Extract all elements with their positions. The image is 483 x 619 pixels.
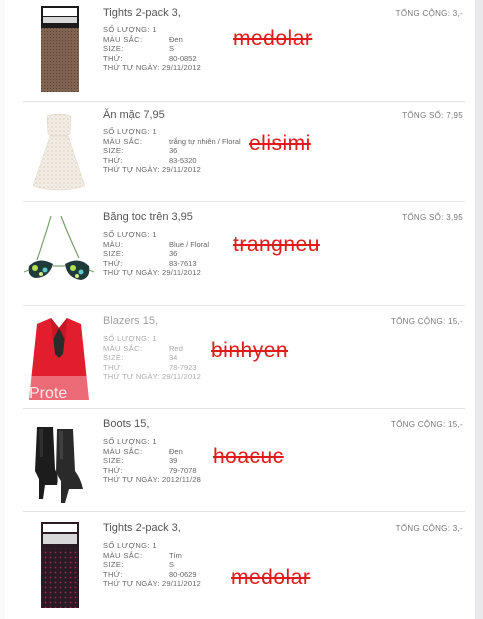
product-image-tights[interactable] <box>23 4 95 94</box>
article-value: 83-5320 <box>169 155 197 165</box>
item-title[interactable]: Tights 2-pack 3, <box>103 522 181 534</box>
color-value: Đen <box>169 34 183 44</box>
article-value: 80-0852 <box>169 53 197 63</box>
order-date: THỨ TỰ NGÀY: 29/11/2012 <box>103 165 202 175</box>
item-details: SỐ LƯỢNG: 1 MÀU SẮC: Đen SIZE: S THỨ: 80-08… <box>103 25 201 73</box>
article-label: THỨ: <box>103 258 124 268</box>
color-value: trắng tự nhiên / Floral <box>169 136 241 146</box>
item-details: SỐ LƯỢNG: 1 MÀU SẮC: Đen SIZE: 39 THỨ: 79-7… <box>103 437 201 485</box>
watermark-text: Prote <box>29 385 67 402</box>
item-details: SỐ LƯỢNG: 1 MÀU: Blue / Floral SIZE: 36 TH… <box>103 230 209 278</box>
quantity-label: SỐ LƯỢNG: 1 <box>103 25 157 34</box>
size-label: SIZE: <box>103 353 124 363</box>
handwritten-annotation: hoacuc <box>213 445 284 468</box>
item-title[interactable]: Blazers 15, <box>103 315 158 327</box>
order-item: Băng toc trên 3,95 TỔNG SỐ: 3,95 SỐ LƯỢN… <box>5 202 475 304</box>
product-image-blazer[interactable]: Prote <box>23 314 95 404</box>
order-date: THỨ TỰ NGÀY: 29/11/2012 <box>103 372 202 382</box>
order-item: Prote Blazers 15, TỔNG CỘNG: 15,- SỐ LƯỢ… <box>5 306 475 407</box>
product-image-boots[interactable] <box>23 419 95 509</box>
item-title[interactable]: Ăn mặc 7,95 <box>103 109 165 121</box>
item-total: TỔNG CỘNG: 3,- <box>395 524 463 533</box>
article-value: 80-0629 <box>169 569 197 579</box>
color-label: MÀU SẮC: <box>103 550 143 560</box>
handwritten-annotation: binhyen <box>211 339 289 362</box>
quantity-label: SỐ LƯỢNG: 1 <box>103 437 157 446</box>
article-label: THỨ: <box>103 465 124 475</box>
item-details: SỐ LƯỢNG: 1 MÀU SẮC: trắng tự nhiên / Flo… <box>103 127 241 175</box>
color-label: MÀU: <box>103 239 124 249</box>
size-value: 36 <box>169 249 178 259</box>
item-total: TỔNG CỘNG: 15,- <box>390 420 463 429</box>
color-value: Tím <box>169 550 182 560</box>
handwritten-annotation: medolar <box>231 566 311 589</box>
color-value: Red <box>169 343 183 353</box>
quantity-label: SỐ LƯỢNG: 1 <box>103 127 157 136</box>
order-item: Boots 15, TỔNG CỘNG: 15,- SỐ LƯỢNG: 1 MÀ… <box>5 409 475 510</box>
size-label: SIZE: <box>103 146 124 156</box>
article-label: THỨ: <box>103 569 124 579</box>
size-value: S <box>169 560 175 570</box>
size-label: SIZE: <box>103 249 124 259</box>
size-value: 39 <box>169 456 178 466</box>
color-label: MÀU SẮC: <box>103 343 143 353</box>
article-label: THỨ: <box>103 155 124 165</box>
item-total: TỔNG CỘNG: 3,- <box>395 9 463 18</box>
order-item: Tights 2-pack 3, TỔNG CỘNG: 3,- SỐ LƯỢNG… <box>5 512 475 619</box>
item-total: TỔNG CỘNG: 15,- <box>390 317 463 326</box>
quantity-label: SỐ LƯỢNG: 1 <box>103 541 157 550</box>
size-value: 36 <box>169 146 178 156</box>
order-item: Ăn mặc 7,95 TỔNG SỐ: 7,95 SỐ LƯỢNG: 1 MÀ… <box>5 102 475 200</box>
color-label: MÀU SẮC: <box>103 34 143 44</box>
quantity-label: SỐ LƯỢNG: 1 <box>103 334 157 343</box>
order-date: THỨ TỰ NGÀY: 29/11/2012 <box>103 579 202 589</box>
size-value: 34 <box>169 353 178 363</box>
size-label: SIZE: <box>103 44 124 54</box>
item-title[interactable]: Tights 2-pack 3, <box>103 7 181 19</box>
article-value: 83-7613 <box>169 258 197 268</box>
item-title[interactable]: Băng toc trên 3,95 <box>103 211 193 223</box>
product-image-bikini[interactable] <box>23 208 95 298</box>
item-total: TỔNG SỐ: 3,95 <box>402 213 463 222</box>
product-image-dress[interactable] <box>23 106 95 196</box>
article-value: 78-7923 <box>169 362 197 372</box>
order-history-panel: Tights 2-pack 3, TỔNG CỘNG: 3,- SỐ LƯỢNG… <box>5 0 475 619</box>
order-date: THỨ TỰ NGÀY: 2012/11/28 <box>103 475 202 485</box>
article-value: 79-7078 <box>169 465 197 475</box>
order-date: THỨ TỰ NGÀY: 29/11/2012 <box>103 268 202 278</box>
color-value: Blue / Floral <box>169 239 210 249</box>
quantity-label: SỐ LƯỢNG: 1 <box>103 230 157 239</box>
handwritten-annotation: medolar <box>233 27 313 50</box>
product-image-tights[interactable] <box>23 520 95 610</box>
scrollbar-track[interactable] <box>475 0 483 619</box>
item-title[interactable]: Boots 15, <box>103 418 149 430</box>
order-item: Tights 2-pack 3, TỔNG CỘNG: 3,- SỐ LƯỢNG… <box>5 0 475 100</box>
color-label: MÀU SẮC: <box>103 136 143 146</box>
size-value: S <box>169 44 175 54</box>
item-details: SỐ LƯỢNG: 1 MÀU SẮC: Red SIZE: 34 THỨ: 78-7… <box>103 334 201 382</box>
color-label: MÀU SẮC: <box>103 446 143 456</box>
size-label: SIZE: <box>103 456 124 466</box>
handwritten-annotation: trangneu <box>233 233 320 256</box>
size-label: SIZE: <box>103 560 124 570</box>
article-label: THỨ: <box>103 53 124 63</box>
color-value: Đen <box>169 446 183 456</box>
item-details: SỐ LƯỢNG: 1 MÀU SẮC: Tím SIZE: S THỨ: 80-06… <box>103 541 201 589</box>
handwritten-annotation: elisimi <box>249 132 311 155</box>
order-date: THỨ TỰ NGÀY: 29/11/2012 <box>103 63 202 73</box>
item-total: TỔNG SỐ: 7,95 <box>402 111 463 120</box>
article-label: THỨ: <box>103 362 124 372</box>
